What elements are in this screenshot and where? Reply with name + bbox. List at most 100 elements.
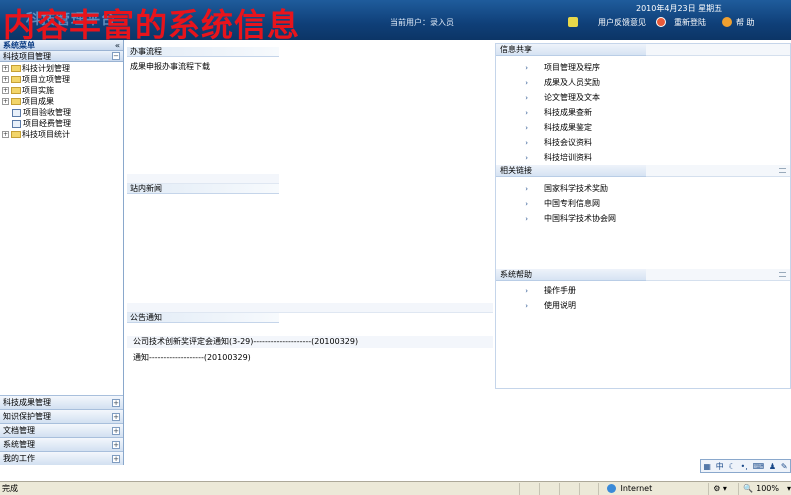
share-item[interactable]: › 项目管理及程序 [496,60,790,75]
user-icon[interactable]: ♟ [769,462,776,471]
ime-grid-icon[interactable]: ▦ [703,462,711,471]
expand-icon[interactable]: + [2,98,9,105]
keyboard-icon[interactable]: ⌨ [753,462,765,471]
relogin-button[interactable]: 重新登陆 [656,15,706,29]
folder-icon [11,131,21,138]
share-item-label: 成果及人员奖励 [544,78,600,87]
moon-icon[interactable]: ☾ [729,462,736,471]
share-item[interactable]: › 科技成果查新 [496,105,790,120]
share-item[interactable]: › 科技会议资料 [496,135,790,150]
protected-mode-icon[interactable]: ⚙ ▾ [708,482,738,495]
plus-icon[interactable]: + [112,412,120,421]
status-text: 完成 [2,483,18,493]
tree-node[interactable]: + 项目成果 [2,96,123,107]
folder-icon [11,87,21,94]
share-item-label: 科技成果查新 [544,108,592,117]
share-item[interactable]: › 论文管理及文本 [496,90,790,105]
tree-node[interactable]: + 项目立项管理 [2,74,123,85]
tree-node-label: 项目经费管理 [23,119,71,128]
expand-icon[interactable]: + [2,131,9,138]
punct-icon[interactable]: •, [741,462,748,471]
nav-achievement[interactable]: 科技成果管理 + [0,395,123,409]
relogin-label: 重新登陆 [674,17,706,27]
expand-icon[interactable]: + [2,65,9,72]
arrow-icon: › [525,108,528,117]
tree-node-label: 项目成果 [22,97,54,106]
arrow-icon: › [525,184,528,193]
share-item[interactable]: › 科技成果鉴定 [496,120,790,135]
tree-node[interactable]: + 科技计划管理 [2,63,123,74]
plus-icon[interactable]: + [112,426,120,435]
arrow-icon: › [525,214,528,223]
section-header-project[interactable]: 科技项目管理 − [0,51,123,62]
plus-icon[interactable]: + [112,454,120,463]
nav-label: 系统管理 [3,440,35,449]
tree-node-label: 科技项目统计 [22,130,70,139]
folder-icon [11,98,21,105]
nav-label: 文档管理 [3,426,35,435]
relogin-icon [656,17,666,27]
share-item[interactable]: › 科技培训资料 [496,150,790,165]
zone-indicator: Internet [598,482,708,495]
tree-node-label: 科技计划管理 [22,64,70,73]
notice-header: 公告通知 [127,313,279,323]
share-item[interactable]: › 成果及人员奖励 [496,75,790,90]
notice-item[interactable]: 公司技术创新奖评定会通知(3-29)--------------------(2… [127,336,493,348]
link-item[interactable]: › 中国专利信息网 [496,196,790,211]
collapse-icon[interactable] [779,272,786,277]
tree-node-label: 项目验收管理 [23,108,71,117]
tree-node-label: 项目立项管理 [22,75,70,84]
notice-section: 公告通知 公司技术创新奖评定会通知(3-29)-----------------… [127,303,493,364]
link-item[interactable]: › 国家科学技术奖励 [496,181,790,196]
share-item-label: 论文管理及文本 [544,93,600,102]
arrow-icon: › [525,199,528,208]
links-title: 相关链接 [496,165,646,177]
flow-download-link[interactable]: 成果申报办事流程下载 [127,61,493,73]
arrow-icon: › [525,93,528,102]
expand-icon[interactable]: + [2,76,9,83]
wrench-icon[interactable]: ✎ [781,462,788,471]
share-header: 信息共享 [496,44,790,56]
nav-my-work[interactable]: 我的工作 + [0,451,123,465]
share-item-label: 科技培训资料 [544,153,592,162]
notice-item[interactable]: 通知-------------------(20100329) [127,352,493,364]
zoom-control[interactable]: 🔍 100% ▾ [738,482,791,495]
flow-section: 办事流程 成果申报办事流程下载 [127,47,493,73]
help-header: 系统帮助 [496,269,790,281]
folder-icon [11,65,21,72]
minus-icon[interactable]: − [112,52,120,60]
document-icon [12,108,21,117]
expand-icon[interactable]: + [2,87,9,94]
help-button[interactable]: 帮 助 [722,15,755,29]
plus-icon[interactable]: + [112,440,120,449]
link-item[interactable]: › 中国科学技术协会网 [496,211,790,226]
chevron-down-icon[interactable]: ▾ [787,484,791,493]
nav-documents[interactable]: 文档管理 + [0,423,123,437]
nav-system[interactable]: 系统管理 + [0,437,123,451]
help-item-label: 使用说明 [544,301,576,310]
feedback-button[interactable]: 用户反馈意见 [568,15,646,29]
help-item[interactable]: › 使用说明 [496,298,790,313]
ime-language[interactable]: 中 [716,461,724,472]
arrow-icon: › [525,78,528,87]
tree-node[interactable]: 项目验收管理 [2,107,123,118]
right-panel: 信息共享 › 项目管理及程序 › 成果及人员奖励 › 论文管理及文本 › 科技成果查新 … [495,43,791,389]
help-item[interactable]: › 操作手册 [496,283,790,298]
plus-icon[interactable]: + [112,398,120,407]
share-item-label: 项目管理及程序 [544,63,600,72]
tree-node[interactable]: + 项目实施 [2,85,123,96]
left-sidebar: 系统菜单 « 科技项目管理 − + 科技计划管理 + 项目立项管理 + 项目实施 + 项… [0,40,124,465]
share-item-label: 科技会议资料 [544,138,592,147]
tree-node[interactable]: 项目经费管理 [2,118,123,129]
overlay-title: 内容丰富的系统信息 [3,6,301,44]
nav-ip-protection[interactable]: 知识保护管理 + [0,409,123,423]
arrow-icon: › [525,153,528,162]
arrow-icon: › [525,301,528,310]
help-label: 帮 助 [736,17,755,27]
tree-node[interactable]: + 科技项目统计 [2,129,123,140]
collapse-icon[interactable] [779,168,786,173]
arrow-icon: › [525,63,528,72]
ime-toolbar[interactable]: ▦ 中 ☾ •, ⌨ ♟ ✎ [700,459,791,473]
date-label: 2010年4月23日 星期五 [636,4,723,13]
globe-icon [607,484,617,493]
